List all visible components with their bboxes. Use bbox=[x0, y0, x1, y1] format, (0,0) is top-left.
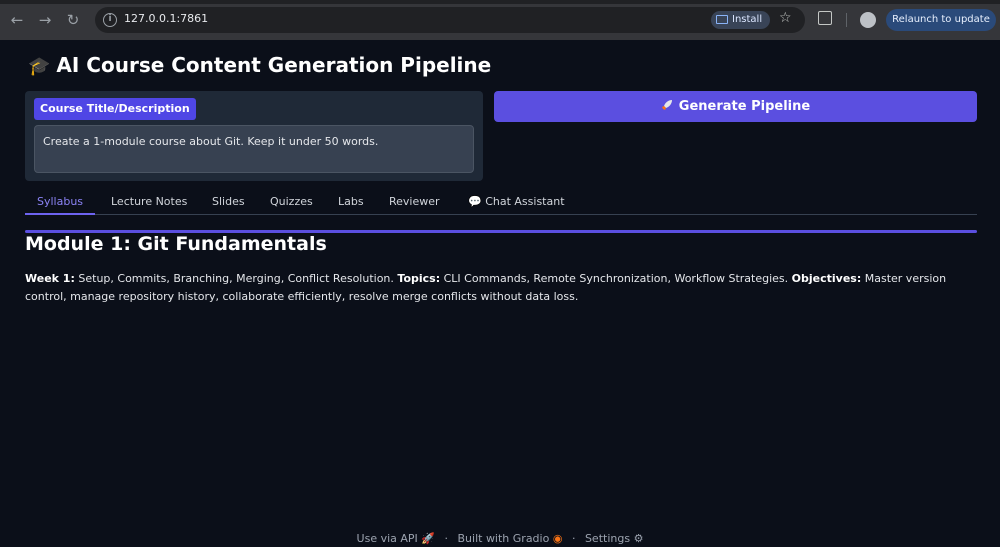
module-description: Week 1: Setup, Commits, Branching, Mergi… bbox=[25, 270, 975, 306]
forward-icon[interactable]: → bbox=[35, 10, 55, 30]
bookmark-star-icon[interactable]: ☆ bbox=[779, 10, 792, 26]
rocket-small-icon: 🚀 bbox=[421, 532, 435, 545]
install-icon bbox=[716, 15, 728, 24]
content-tabs: Syllabus Lecture Notes Slides Quizzes La… bbox=[25, 190, 977, 215]
rocket-icon bbox=[661, 100, 672, 110]
browser-toolbar: ← → ↻ i 127.0.0.1:7861 Install ☆ Relaunc… bbox=[0, 0, 1000, 40]
module-heading: Module 1: Git Fundamentals bbox=[25, 233, 327, 255]
tab-labs[interactable]: Labs bbox=[326, 190, 376, 215]
objectives-label: Objectives: bbox=[791, 272, 862, 285]
install-button[interactable]: Install bbox=[711, 11, 770, 29]
footer: Use via API 🚀 · Built with Gradio ◉ · Se… bbox=[0, 532, 1000, 545]
profile-avatar[interactable] bbox=[860, 12, 876, 28]
use-via-api-link[interactable]: Use via API 🚀 bbox=[357, 532, 435, 545]
address-bar[interactable]: i 127.0.0.1:7861 bbox=[95, 7, 805, 33]
tab-syllabus[interactable]: Syllabus bbox=[25, 190, 96, 215]
tab-chat-assistant[interactable]: 💬 Chat Assistant bbox=[456, 190, 577, 215]
toolbar-divider bbox=[846, 13, 847, 27]
built-with-gradio-link[interactable]: Built with Gradio ◉ bbox=[458, 532, 563, 545]
graduation-cap-icon: 🎓 bbox=[28, 56, 51, 77]
generate-pipeline-label: Generate Pipeline bbox=[678, 99, 811, 114]
gradio-logo-icon: ◉ bbox=[552, 532, 563, 545]
generate-pipeline-button[interactable]: Generate Pipeline bbox=[494, 91, 977, 122]
course-description-input[interactable]: Create a 1-module course about Git. Keep… bbox=[34, 125, 474, 173]
tab-strip bbox=[0, 0, 1000, 4]
footer-separator: · bbox=[444, 532, 449, 545]
footer-separator: · bbox=[571, 532, 576, 545]
course-input-label: Course Title/Description bbox=[34, 98, 196, 120]
page-title: 🎓 AI Course Content Generation Pipeline bbox=[28, 53, 491, 77]
relaunch-button[interactable]: Relaunch to update bbox=[886, 9, 996, 31]
topics-label: Topics: bbox=[397, 272, 441, 285]
site-info-icon[interactable]: i bbox=[103, 13, 117, 27]
chat-bubble-icon: 💬 bbox=[468, 195, 482, 208]
tab-chat-assistant-label: Chat Assistant bbox=[485, 195, 565, 208]
tab-quizzes[interactable]: Quizzes bbox=[258, 190, 325, 215]
page-title-text: AI Course Content Generation Pipeline bbox=[56, 53, 492, 77]
url-text[interactable]: 127.0.0.1:7861 bbox=[124, 12, 208, 25]
course-input-panel: Course Title/Description Create a 1-modu… bbox=[25, 91, 483, 181]
topics-text: CLI Commands, Remote Synchronization, Wo… bbox=[443, 272, 789, 285]
tab-reviewer[interactable]: Reviewer bbox=[377, 190, 452, 215]
week-label: Week 1: bbox=[25, 272, 75, 285]
extensions-icon[interactable] bbox=[818, 11, 832, 25]
gear-icon: ⚙ bbox=[633, 532, 644, 545]
install-label: Install bbox=[732, 14, 763, 25]
tab-slides[interactable]: Slides bbox=[200, 190, 257, 215]
back-icon[interactable]: ← bbox=[7, 10, 27, 30]
reload-icon[interactable]: ↻ bbox=[63, 10, 83, 30]
settings-link[interactable]: Settings ⚙ bbox=[585, 532, 644, 545]
tab-lecture-notes[interactable]: Lecture Notes bbox=[99, 190, 199, 215]
week-text: Setup, Commits, Branching, Merging, Conf… bbox=[78, 272, 394, 285]
